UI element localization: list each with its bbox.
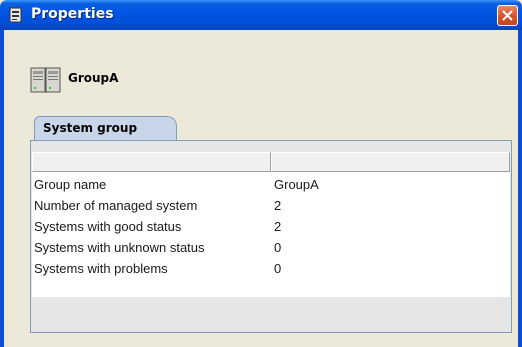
table-row[interactable]: Systems with good status 2: [32, 217, 510, 238]
window-title: Properties: [31, 6, 114, 22]
properties-table: Group name GroupA Number of managed syst…: [32, 152, 510, 297]
tab-system-group[interactable]: System group: [34, 116, 177, 140]
document-properties-icon: [9, 7, 22, 23]
row-label: Number of managed system: [34, 198, 198, 213]
table-row[interactable]: Systems with problems 0: [32, 259, 510, 280]
row-label: Systems with unknown status: [34, 240, 205, 255]
row-label: Group name: [34, 177, 107, 192]
column-header-value[interactable]: [271, 152, 510, 172]
row-label: Systems with good status: [34, 219, 182, 234]
system-group-icon: [30, 67, 61, 93]
column-header-property[interactable]: [32, 152, 271, 172]
table-row[interactable]: Systems with unknown status 0: [32, 238, 510, 259]
row-value: 2: [274, 198, 282, 213]
row-value: 0: [274, 240, 282, 255]
window-frame-right: [518, 30, 522, 347]
tab-label: System group: [43, 121, 138, 135]
tab-panel-system-group: Group name GroupA Number of managed syst…: [30, 140, 512, 333]
title-bar[interactable]: Properties: [0, 0, 522, 30]
window-frame-left: [0, 30, 4, 347]
row-value: 2: [274, 219, 282, 234]
close-icon: [502, 10, 513, 21]
close-button[interactable]: [497, 5, 518, 26]
row-label: Systems with problems: [34, 261, 168, 276]
properties-dialog: Properties GroupA System group Group nam: [0, 0, 522, 347]
table-row[interactable]: Number of managed system 2: [32, 196, 510, 217]
group-name-heading: GroupA: [68, 71, 119, 85]
row-value: 0: [274, 261, 282, 276]
row-value: GroupA: [274, 177, 319, 192]
table-row[interactable]: Group name GroupA: [32, 175, 510, 196]
